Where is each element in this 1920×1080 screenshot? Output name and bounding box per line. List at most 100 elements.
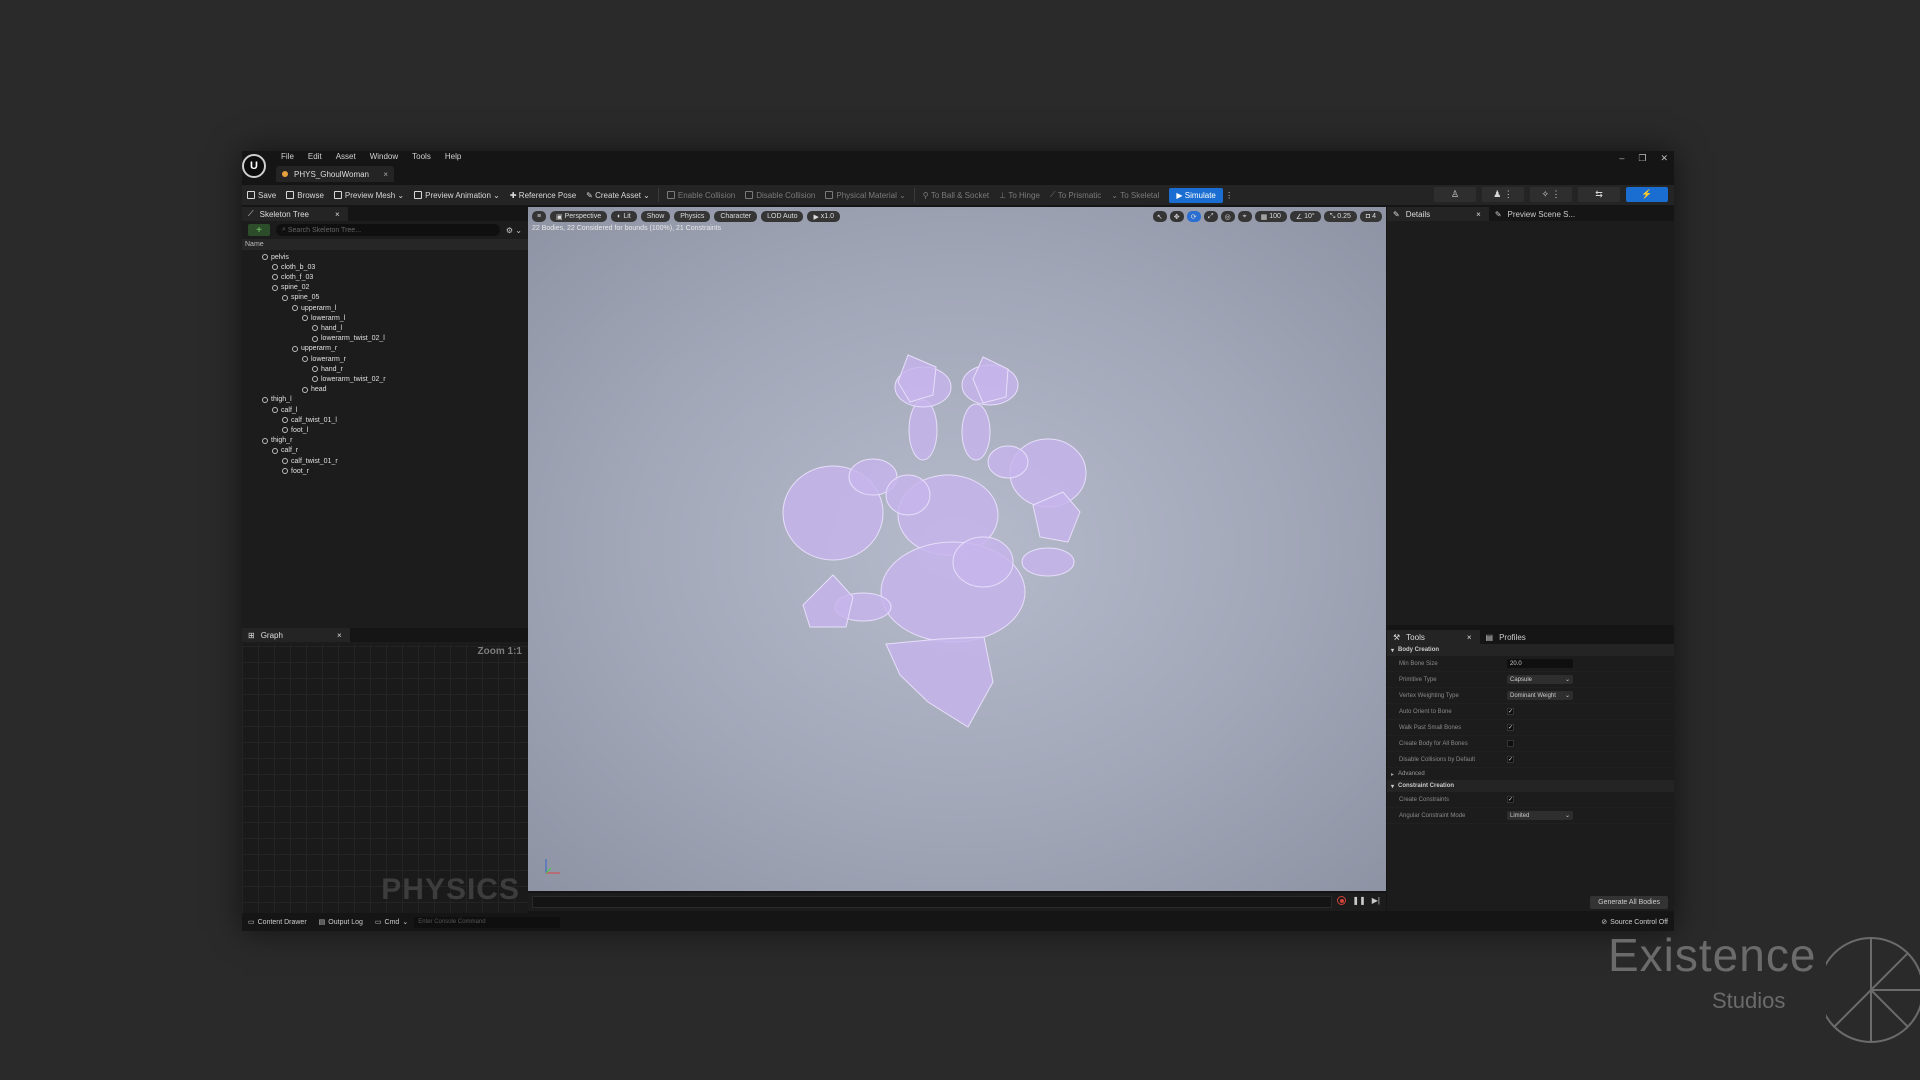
tab-preview-scene[interactable]: ✎ Preview Scene S...	[1489, 207, 1583, 221]
output-log-button[interactable]: ▤ Output Log	[313, 918, 369, 927]
close-icon[interactable]: ×	[1467, 633, 1472, 642]
menu-file[interactable]: File	[274, 151, 301, 163]
bone-tree-item[interactable]: spine_05	[282, 293, 319, 303]
cmd-dropdown[interactable]: ▭ Cmd ⌄	[369, 918, 414, 927]
bone-tree-item[interactable]: calf_twist_01_r	[282, 456, 338, 466]
menu-help[interactable]: Help	[438, 151, 468, 163]
disable-collisions-checkbox[interactable]: ✓	[1507, 756, 1514, 763]
physics-mode-icon[interactable]: ⚡	[1626, 187, 1668, 202]
animation-mode-icon[interactable]: ✧ ⋮	[1530, 187, 1572, 202]
simulate-options-icon[interactable]: ⋮	[1223, 191, 1233, 200]
physical-material-button[interactable]: Physical Material ⌄	[820, 185, 910, 205]
to-prismatic-button[interactable]: ⟋ To Prismatic	[1045, 185, 1106, 205]
create-constraints-checkbox[interactable]: ✓	[1507, 796, 1514, 803]
bone-tree-item[interactable]: lowerarm_r	[302, 354, 346, 364]
close-tab-icon[interactable]: ×	[383, 170, 388, 179]
body-creation-section[interactable]: ▾ Body Creation	[1387, 644, 1674, 656]
angular-mode-dropdown[interactable]: Limited ⌄	[1507, 811, 1573, 820]
bone-icon	[302, 356, 308, 362]
bone-name: hand_l	[321, 324, 343, 332]
bone-tree-item[interactable]: calf_twist_01_l	[282, 415, 337, 425]
close-window-icon[interactable]: ✕	[1660, 153, 1668, 164]
viewport[interactable]: ≡ ▣ Perspective ◐ Lit Show Physics Chara…	[528, 207, 1386, 891]
bone-tree-item[interactable]: hand_l	[312, 323, 342, 333]
preview-mesh-button[interactable]: Preview Mesh ⌄	[329, 185, 409, 205]
tab-profiles[interactable]: ▤ Profiles	[1480, 630, 1534, 644]
disable-collision-button[interactable]: Disable Collision	[740, 185, 820, 205]
source-control-button[interactable]: ⊘ Source Control Off	[1601, 918, 1668, 927]
document-tab[interactable]: PHYS_GhoulWoman ×	[276, 166, 394, 182]
pause-icon[interactable]: ❚❚	[1352, 896, 1365, 905]
unreal-logo-icon[interactable]: U	[242, 154, 266, 178]
menu-tools[interactable]: Tools	[405, 151, 438, 163]
bone-tree-item[interactable]: thigh_r	[262, 436, 292, 446]
blueprint-mode-icon[interactable]: ⇆	[1578, 187, 1620, 202]
bone-tree-item[interactable]: spine_02	[272, 283, 309, 293]
restore-icon[interactable]: ❐	[1638, 153, 1646, 164]
mesh-mode-icon[interactable]: ♟ ⋮	[1482, 187, 1524, 202]
minimize-icon[interactable]: –	[1619, 153, 1624, 164]
timeline-bar: ❚❚ ▶|	[528, 893, 1386, 911]
skeletal-icon: ⌄	[1111, 190, 1121, 200]
name-column-header[interactable]: Name	[242, 239, 528, 250]
bone-tree-item[interactable]: cloth_b_03	[272, 262, 315, 272]
bone-tree-item[interactable]: calf_l	[272, 405, 297, 415]
skeleton-search-input[interactable]: ⌕ Search Skeleton Tree...	[276, 224, 500, 236]
bone-tree-item[interactable]: thigh_l	[262, 395, 292, 405]
generate-all-bodies-button[interactable]: Generate All Bodies	[1590, 896, 1668, 909]
console-input[interactable]: Enter Console Command	[414, 916, 561, 928]
tab-skeleton-tree[interactable]: ⟋ Skeleton Tree ×	[242, 207, 348, 221]
tab-details[interactable]: ✎ Details ×	[1387, 207, 1489, 221]
bone-tree-item[interactable]: upperarm_r	[292, 344, 337, 354]
bone-tree-item[interactable]: lowerarm_twist_02_r	[312, 374, 386, 384]
simulate-button[interactable]: ▶ Simulate	[1169, 187, 1223, 203]
bone-tree-item[interactable]: head	[302, 385, 327, 395]
menu-window[interactable]: Window	[363, 151, 405, 163]
preview-animation-button[interactable]: Preview Animation ⌄	[409, 185, 505, 205]
advanced-section[interactable]: ▸ Advanced	[1387, 768, 1674, 780]
auto-orient-checkbox[interactable]: ✓	[1507, 708, 1514, 715]
close-icon[interactable]: ×	[337, 631, 342, 640]
to-skeletal-button[interactable]: ⌄ To Skeletal	[1106, 185, 1164, 205]
min-bone-size-field[interactable]: 20.0	[1507, 659, 1573, 668]
bone-tree-item[interactable]: calf_r	[272, 446, 298, 456]
bone-tree-item[interactable]: upperarm_l	[292, 303, 336, 313]
bone-tree-item[interactable]: foot_l	[282, 425, 308, 435]
timeline-scrubber[interactable]	[532, 896, 1332, 908]
play-icon: ▶	[1176, 190, 1185, 200]
bone-tree-item[interactable]: cloth_f_03	[272, 272, 313, 282]
to-ball-socket-button[interactable]: ⚲ To Ball & Socket	[918, 185, 994, 205]
tab-tools[interactable]: ⚒ Tools ×	[1387, 630, 1480, 644]
bone-name: calf_twist_01_l	[291, 416, 337, 424]
bone-tree-item[interactable]: foot_r	[282, 466, 309, 476]
close-icon[interactable]: ×	[1476, 210, 1481, 219]
save-button[interactable]: Save	[242, 185, 281, 205]
content-drawer-button[interactable]: ▭ Content Drawer	[242, 918, 313, 927]
create-body-checkbox[interactable]	[1507, 740, 1514, 747]
constraint-creation-section[interactable]: ▾ Constraint Creation	[1387, 780, 1674, 792]
skeleton-mode-icon[interactable]: ♙	[1434, 187, 1476, 202]
create-asset-button[interactable]: ✎ Create Asset ⌄	[581, 185, 655, 205]
step-forward-icon[interactable]: ▶|	[1372, 896, 1380, 905]
enable-collision-button[interactable]: Enable Collision	[662, 185, 740, 205]
close-icon[interactable]: ×	[335, 210, 340, 219]
tab-graph[interactable]: ⊞ Graph ×	[242, 628, 350, 642]
bone-tree-item[interactable]: lowerarm_twist_02_l	[312, 334, 385, 344]
to-hinge-button[interactable]: ⊥ To Hinge	[994, 185, 1045, 205]
bone-icon	[292, 345, 298, 352]
record-icon[interactable]	[1337, 896, 1347, 905]
bone-tree-item[interactable]: hand_r	[312, 364, 343, 374]
bone-tree-item[interactable]: lowerarm_l	[302, 313, 345, 323]
walk-past-checkbox[interactable]: ✓	[1507, 724, 1514, 731]
min-bone-size-label: Min Bone Size	[1399, 660, 1438, 667]
reference-pose-button[interactable]: ✚ Reference Pose	[505, 185, 581, 205]
constraint-graph[interactable]: Zoom 1:1 PHYSICS	[242, 630, 528, 913]
primitive-type-dropdown[interactable]: Capsule ⌄	[1507, 675, 1573, 684]
bone-tree-item[interactable]: pelvis	[262, 252, 289, 262]
vertex-weighting-dropdown[interactable]: Dominant Weight ⌄	[1507, 691, 1573, 700]
browse-button[interactable]: Browse	[281, 185, 329, 205]
menu-edit[interactable]: Edit	[301, 151, 329, 163]
settings-gear-icon[interactable]: ⚙ ⌄	[506, 226, 522, 235]
add-bone-button[interactable]: +	[248, 224, 270, 236]
menu-asset[interactable]: Asset	[329, 151, 363, 163]
